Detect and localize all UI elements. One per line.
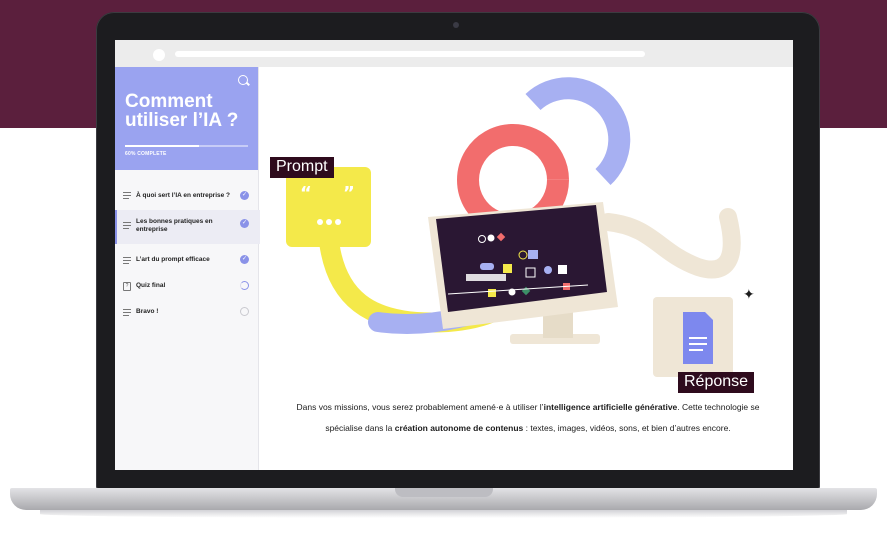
lesson-item-2[interactable]: Les bonnes pratiques en entreprise ✓ [115, 210, 260, 244]
paragraph-text: : textes, images, vidéos, sons, et bien … [523, 423, 731, 433]
course-sidebar: Comment utiliser l’IA ? 60% COMPLETE À q… [115, 67, 260, 470]
sparkle-icon: ✦ [743, 287, 755, 303]
prompt-label: Prompt [270, 157, 334, 178]
progress-label: 60% COMPLETE [125, 151, 167, 157]
laptop-notch [395, 488, 493, 497]
progress-ring-icon [240, 281, 249, 290]
quiz-icon: ? [123, 282, 131, 291]
monitor-stand [543, 312, 573, 338]
list-icon [123, 192, 131, 199]
response-label: Réponse [678, 372, 755, 393]
lesson-label: Les bonnes pratiques en entreprise [136, 218, 213, 233]
list-icon [123, 222, 131, 229]
svg-text:“: “ [300, 183, 312, 204]
check-icon: ✓ [240, 255, 249, 264]
paragraph-text: Dans vos missions, vous serez probableme… [296, 402, 544, 412]
browser-bar [115, 40, 793, 67]
ai-illustration: “ ” ✦ [286, 77, 755, 377]
address-bar[interactable] [175, 51, 645, 57]
camera-icon [453, 22, 459, 28]
list-icon [123, 257, 131, 264]
check-icon: ✓ [240, 219, 249, 228]
browser-tab-dot[interactable] [153, 49, 165, 61]
empty-circle-icon [240, 307, 249, 316]
laptop-screen: Comment utiliser l’IA ? 60% COMPLETE À q… [115, 40, 793, 470]
progress-fill [125, 145, 199, 147]
lesson-label: Bravo ! [136, 308, 159, 315]
search-icon[interactable] [238, 75, 248, 85]
lesson-paragraph: Dans vos missions, vous serez probableme… [288, 397, 768, 439]
svg-text:”: ” [343, 183, 355, 204]
paragraph-bold: création autonome de contenus [394, 423, 524, 433]
lesson-item-1[interactable]: À quoi sert l’IA en entreprise ? ✓ [115, 180, 258, 210]
list-icon [123, 309, 131, 316]
prompt-bubble [286, 167, 371, 247]
lesson-label: À quoi sert l’IA en entreprise ? [136, 192, 231, 199]
laptop-shadow [40, 510, 847, 518]
lesson-label: Quiz final [136, 282, 166, 289]
cable-cream [599, 208, 741, 279]
lesson-item-5[interactable]: Bravo ! [115, 297, 258, 327]
progress-bar [125, 145, 248, 147]
course-header: Comment utiliser l’IA ? 60% COMPLETE [115, 67, 258, 170]
paragraph-bold: intelligence artificielle générative [543, 402, 678, 412]
lesson-label: L’art du prompt efficace [136, 256, 210, 263]
course-title: Comment utiliser l’IA ? [125, 91, 239, 131]
check-icon: ✓ [240, 191, 249, 200]
lesson-content: “ ” ✦ Prompt Réponse Dans vos missions, … [258, 67, 793, 470]
